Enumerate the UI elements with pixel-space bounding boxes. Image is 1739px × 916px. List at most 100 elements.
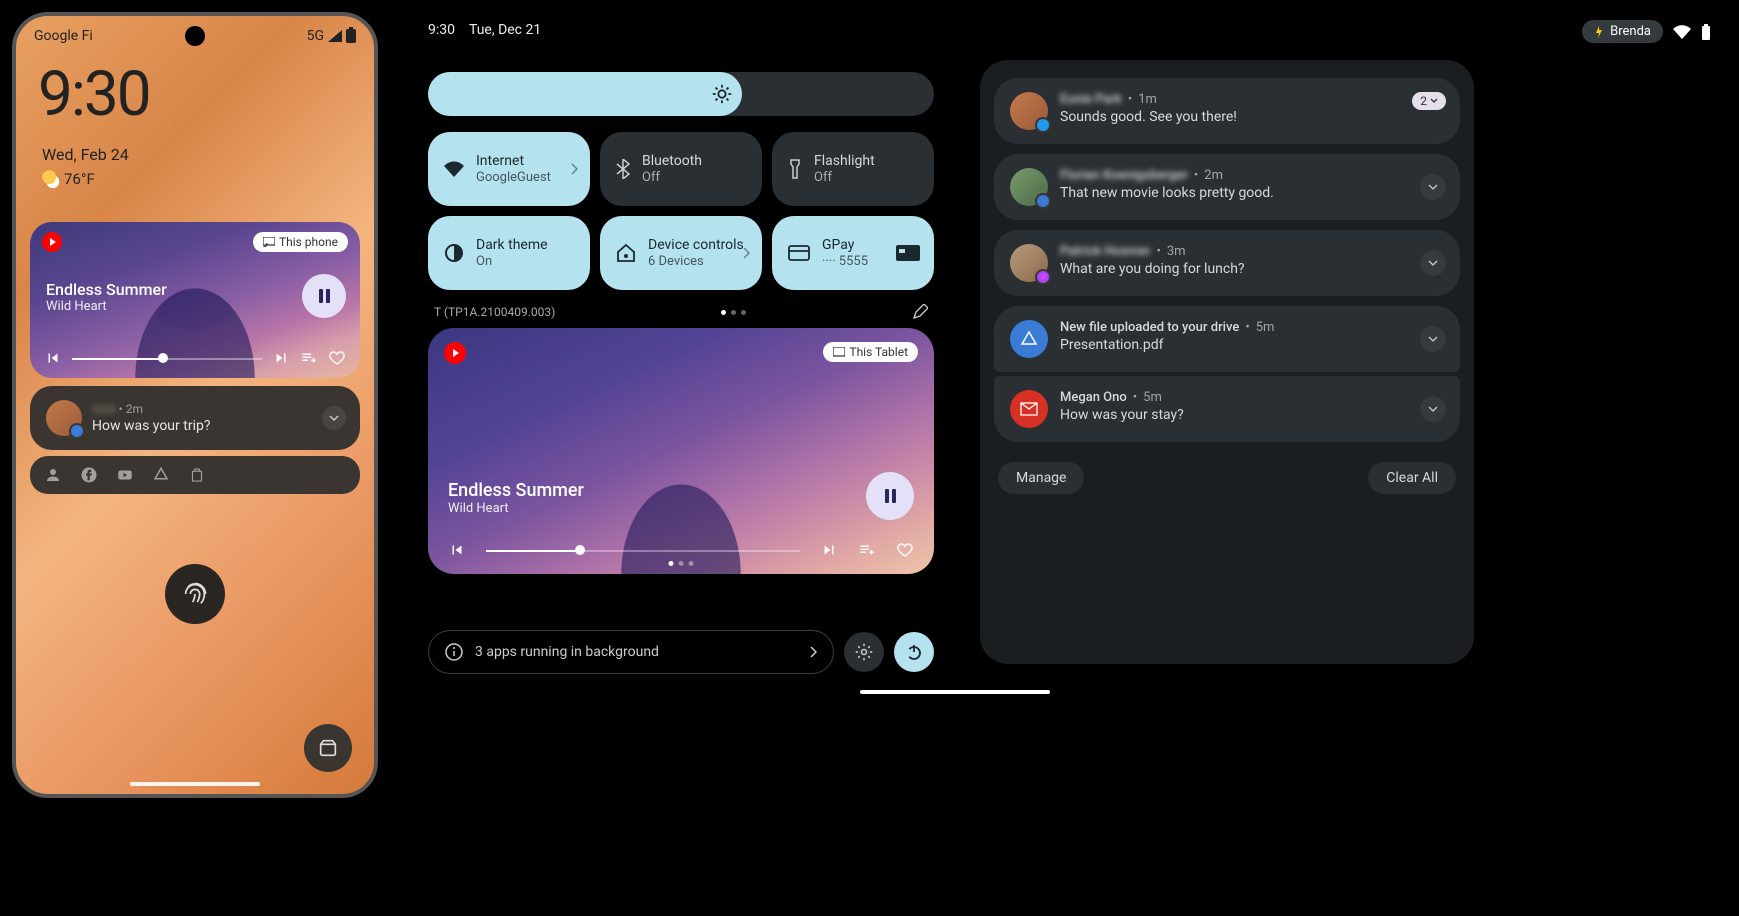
- tile-sublabel: GoogleGuest: [476, 170, 551, 185]
- notification-card[interactable]: Florian Koenigsberger•2m That new movie …: [994, 154, 1460, 220]
- internet-tile[interactable]: InternetGoogleGuest: [428, 132, 590, 206]
- wifi-icon: [444, 161, 464, 177]
- home-icon: [616, 243, 636, 263]
- notif-body: What are you doing for lunch?: [1060, 261, 1444, 277]
- next-icon[interactable]: [820, 541, 838, 559]
- bluetooth-tile[interactable]: BluetoothOff: [600, 132, 762, 206]
- tile-sublabel: On: [476, 254, 548, 269]
- tile-label: Bluetooth: [642, 153, 702, 170]
- weather-widget[interactable]: 76°F: [42, 170, 348, 188]
- notification-card[interactable]: Eunie Park•1m Sounds good. See you there…: [994, 78, 1460, 144]
- fingerprint-icon: [181, 580, 209, 608]
- wallet-button[interactable]: [304, 724, 352, 772]
- playlist-add-icon[interactable]: [300, 349, 318, 367]
- tile-label: Dark theme: [476, 237, 548, 254]
- gmail-icon: [1010, 390, 1048, 428]
- flashlight-tile[interactable]: FlashlightOff: [772, 132, 934, 206]
- dark-theme-icon: [444, 243, 464, 263]
- carrier-label: Google Fi: [34, 28, 93, 44]
- media-page-dots: [669, 561, 694, 566]
- quick-settings-panel: InternetGoogleGuest BluetoothOff Flashli…: [428, 72, 934, 574]
- notif-time: 2m: [126, 402, 143, 416]
- notification-card[interactable]: Patrick Hosmer•3m What are you doing for…: [994, 230, 1460, 296]
- favorite-icon[interactable]: [896, 541, 914, 559]
- status-date: Tue, Dec 21: [469, 22, 541, 38]
- bluetooth-icon: [616, 159, 630, 179]
- clear-all-button[interactable]: Clear All: [1368, 462, 1456, 494]
- phone-camera-notch: [185, 26, 205, 46]
- flashlight-icon: [788, 159, 802, 179]
- sender-name: Megan Ono: [1060, 390, 1127, 405]
- gpay-tile[interactable]: GPay···· 5555: [772, 216, 934, 290]
- play-pause-button[interactable]: [302, 274, 346, 318]
- twitter-badge-icon: [1035, 117, 1051, 133]
- card-icon: [788, 245, 810, 261]
- sender-avatar: [46, 400, 82, 436]
- track-title: Endless Summer: [46, 280, 167, 299]
- chevron-right-icon: [570, 163, 578, 175]
- expand-button[interactable]: [1420, 396, 1446, 422]
- notif-time: 5m: [1256, 320, 1275, 335]
- phone-mockup: Google Fi 5G 9:30 Wed, Feb 24 76°F This …: [12, 12, 378, 798]
- tablet-nav-bar[interactable]: [860, 690, 1050, 694]
- youtube-icon: [116, 466, 134, 484]
- expand-button[interactable]: [322, 406, 346, 430]
- phone-notification-card[interactable]: Alok • 2m How was your trip?: [30, 386, 360, 450]
- next-icon[interactable]: [272, 349, 290, 367]
- user-chip[interactable]: Brenda: [1582, 20, 1663, 43]
- cast-label: This Tablet: [849, 345, 908, 359]
- notif-time: 2m: [1204, 168, 1223, 183]
- sender-name: Patrick Hosmer: [1060, 244, 1150, 259]
- notif-body: Presentation.pdf: [1060, 337, 1444, 353]
- seek-bar[interactable]: [486, 540, 800, 560]
- pause-icon: [885, 489, 896, 503]
- battery-icon: [346, 29, 356, 43]
- manage-button[interactable]: Manage: [998, 462, 1084, 494]
- nav-bar[interactable]: [130, 782, 260, 786]
- power-button[interactable]: [894, 632, 934, 672]
- notification-app-row[interactable]: [30, 456, 360, 494]
- dark-theme-tile[interactable]: Dark themeOn: [428, 216, 590, 290]
- settings-button[interactable]: [844, 632, 884, 672]
- youtube-music-icon: [42, 232, 62, 252]
- expand-button[interactable]: [1420, 250, 1446, 276]
- messages-badge-icon: [1035, 193, 1051, 209]
- bolt-icon: [1594, 26, 1604, 38]
- phone-media-card[interactable]: This phone Endless Summer Wild Heart: [30, 222, 360, 378]
- cast-chip[interactable]: This phone: [253, 232, 348, 252]
- notif-body: How was your trip?: [92, 418, 210, 434]
- cast-chip[interactable]: This Tablet: [823, 342, 918, 362]
- background-apps-button[interactable]: 3 apps running in background: [428, 630, 834, 674]
- brightness-slider[interactable]: [428, 72, 934, 116]
- device-controls-tile[interactable]: Device controls6 Devices: [600, 216, 762, 290]
- weather-icon: [42, 170, 60, 188]
- messenger-badge-icon: [1035, 269, 1051, 285]
- notification-card[interactable]: New file uploaded to your drive•5m Prese…: [994, 306, 1460, 372]
- expand-button[interactable]: [1420, 174, 1446, 200]
- notif-time: 3m: [1167, 244, 1186, 259]
- tile-sublabel: Off: [814, 170, 875, 185]
- expand-button[interactable]: [1420, 326, 1446, 352]
- notification-card[interactable]: Megan Ono•5m How was your stay?: [994, 376, 1460, 442]
- play-pause-button[interactable]: [866, 472, 914, 520]
- playlist-add-icon[interactable]: [858, 541, 876, 559]
- facebook-icon: [80, 466, 98, 484]
- track-title: Endless Summer: [448, 480, 584, 501]
- notif-time: 5m: [1143, 390, 1162, 405]
- notifications-panel: Eunie Park•1m Sounds good. See you there…: [980, 60, 1474, 664]
- cast-icon: [263, 237, 275, 247]
- drive-icon: [152, 466, 170, 484]
- tile-sublabel: 6 Devices: [648, 254, 744, 269]
- drive-icon: [1010, 320, 1048, 358]
- seek-bar[interactable]: [72, 348, 262, 368]
- previous-icon[interactable]: [44, 349, 62, 367]
- network-label: 5G: [307, 28, 324, 44]
- fingerprint-button[interactable]: [165, 564, 225, 624]
- group-count-chip[interactable]: 2: [1412, 92, 1446, 110]
- favorite-icon[interactable]: [328, 349, 346, 367]
- tablet-media-card[interactable]: This Tablet Endless Summer Wild Heart: [428, 328, 934, 574]
- status-time: 9:30: [428, 22, 455, 38]
- edit-icon[interactable]: [912, 304, 928, 320]
- previous-icon[interactable]: [448, 541, 466, 559]
- delete-icon: [188, 466, 206, 484]
